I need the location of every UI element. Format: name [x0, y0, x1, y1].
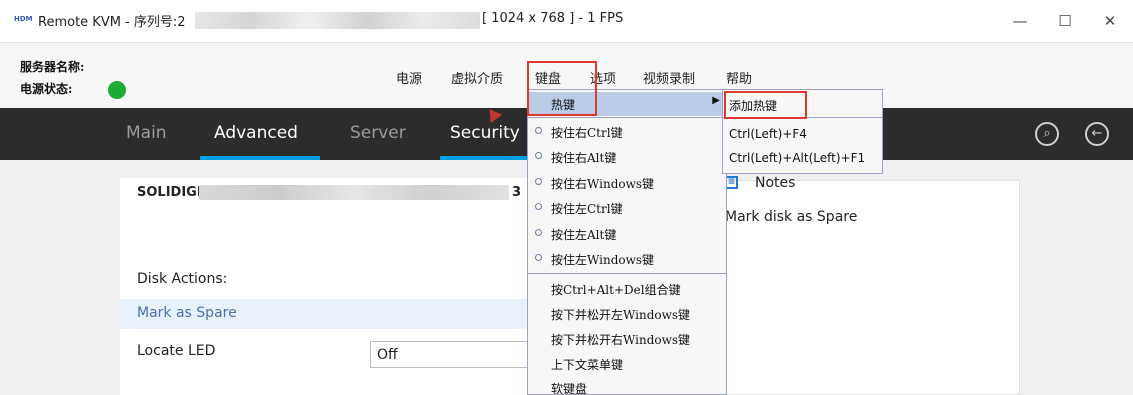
- ctrl-alt-del-label: 按Ctrl+Alt+Del组合键: [551, 283, 681, 297]
- power-status-label: 电源状态:: [20, 82, 73, 96]
- hold-right-alt-label: 按住右Alt键: [551, 151, 617, 165]
- redacted-disk-serial: [199, 185, 509, 200]
- minimize-button[interactable]: —: [1005, 10, 1035, 32]
- hotkey-ctrl-f4-item[interactable]: Ctrl(Left)+F4: [729, 127, 807, 141]
- hold-left-ctrl-label: 按住左Ctrl键: [551, 202, 623, 216]
- hotkey-ctrl-alt-f1-item[interactable]: Ctrl(Left)+Alt(Left)+F1: [729, 151, 865, 165]
- menu-separator: [528, 117, 726, 118]
- annotation-box-add-hotkey: [724, 91, 807, 119]
- context-menu-key-item[interactable]: 上下文菜单键: [528, 352, 726, 376]
- menu-virtual-media[interactable]: 虚拟介质: [451, 68, 503, 87]
- context-menu-key-label: 上下文菜单键: [551, 358, 624, 372]
- notes-title: Notes: [755, 175, 796, 191]
- maximize-button[interactable]: ☐: [1050, 10, 1080, 32]
- hold-right-ctrl-item[interactable]: 按住右Ctrl键: [528, 120, 726, 144]
- hold-left-windows-item[interactable]: 按住左Windows键: [528, 247, 726, 271]
- menu-separator: [528, 273, 726, 274]
- ctrl-alt-del-item[interactable]: 按Ctrl+Alt+Del组合键: [528, 277, 726, 301]
- hold-right-alt-item[interactable]: 按住右Alt键: [528, 145, 726, 169]
- nav-security[interactable]: Security: [450, 123, 520, 143]
- back-arrow-icon[interactable]: ←: [1085, 122, 1109, 146]
- radio-icon: [535, 178, 542, 185]
- notes-body: Mark disk as Spare: [725, 209, 858, 225]
- hold-left-alt-label: 按住左Alt键: [551, 228, 617, 242]
- radio-icon: [535, 254, 542, 261]
- radio-icon: [535, 127, 542, 134]
- hold-left-windows-label: 按住左Windows键: [551, 253, 655, 267]
- app-logo: HDM: [14, 15, 33, 23]
- radio-icon: [535, 203, 542, 210]
- window-title: Remote KVM - 序列号:2: [38, 15, 186, 30]
- disk-serial-tail: 3: [512, 185, 522, 200]
- disk-actions-label: Disk Actions:: [137, 271, 228, 287]
- menu-power[interactable]: 电源: [396, 68, 422, 87]
- press-left-windows-item[interactable]: 按下并松开左Windows键: [528, 302, 726, 326]
- nav-main[interactable]: Main: [126, 123, 167, 143]
- submenu-arrow-icon: ▶: [712, 95, 720, 106]
- hold-left-alt-item[interactable]: 按住左Alt键: [528, 222, 726, 246]
- radio-icon: [535, 152, 542, 159]
- window-title-resolution: [ 1024 x 768 ] - 1 FPS: [482, 11, 624, 26]
- hold-left-ctrl-item[interactable]: 按住左Ctrl键: [528, 196, 726, 220]
- menu-video-record[interactable]: 视频录制: [643, 68, 695, 87]
- press-right-windows-item[interactable]: 按下并松开右Windows键: [528, 327, 726, 351]
- press-left-windows-label: 按下并松开左Windows键: [551, 308, 691, 322]
- annotation-box-keyboard: [527, 61, 597, 116]
- nav-advanced[interactable]: Advanced: [214, 123, 298, 143]
- nav-server[interactable]: Server: [350, 123, 406, 143]
- hold-right-windows-label: 按住右Windows键: [551, 177, 655, 191]
- close-button[interactable]: ✕: [1095, 10, 1125, 32]
- hold-right-windows-item[interactable]: 按住右Windows键: [528, 171, 726, 195]
- soft-keyboard-label: 软键盘: [551, 382, 588, 395]
- soft-keyboard-item[interactable]: 软键盘: [528, 376, 726, 395]
- keyboard-menu: 热键 ▶ 按住右Ctrl键 按住右Alt键 按住右Windows键 按住左Ctr…: [527, 89, 727, 395]
- radio-icon: [535, 229, 542, 236]
- press-right-windows-label: 按下并松开右Windows键: [551, 333, 691, 347]
- search-icon[interactable]: ⌕: [1035, 122, 1059, 146]
- mark-as-spare-link[interactable]: Mark as Spare: [137, 305, 237, 321]
- redacted-serial: [195, 12, 480, 29]
- server-name-label: 服务器名称:: [20, 60, 85, 74]
- menu-help[interactable]: 帮助: [726, 68, 752, 87]
- window-titlebar: HDM Remote KVM - 序列号:2 [ 1024 x 768 ] - …: [0, 0, 1133, 43]
- power-status-indicator: [108, 81, 126, 99]
- locate-led-label: Locate LED: [137, 343, 216, 359]
- hold-right-ctrl-label: 按住右Ctrl键: [551, 126, 623, 140]
